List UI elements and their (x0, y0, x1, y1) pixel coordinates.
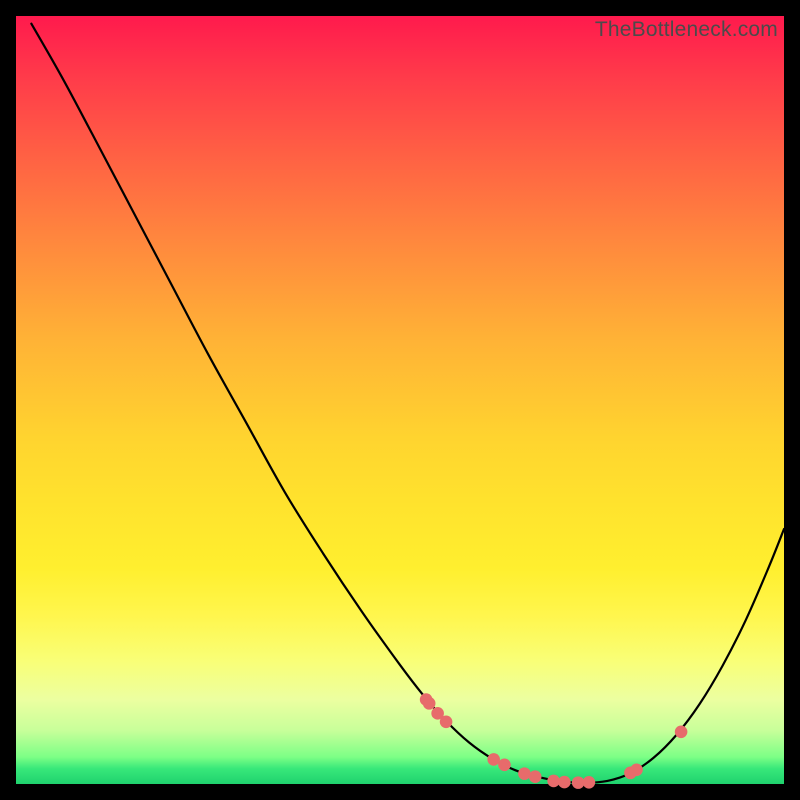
marker-dot (547, 775, 560, 788)
marker-dot (423, 697, 436, 710)
marker-dot (558, 776, 571, 789)
marker-dot (630, 763, 643, 776)
plot-area: TheBottleneck.com (16, 16, 784, 784)
marker-dot (675, 725, 688, 738)
marker-dot (440, 715, 453, 728)
bottleneck-curve (31, 24, 784, 783)
marker-dot (487, 753, 500, 766)
chart-frame: TheBottleneck.com (16, 16, 784, 784)
marker-dots (420, 693, 688, 789)
marker-dot (572, 776, 585, 789)
marker-dot (498, 759, 511, 772)
marker-dot (518, 767, 531, 780)
curve-layer (16, 16, 784, 784)
marker-dot (583, 776, 596, 789)
marker-dot (529, 770, 542, 783)
